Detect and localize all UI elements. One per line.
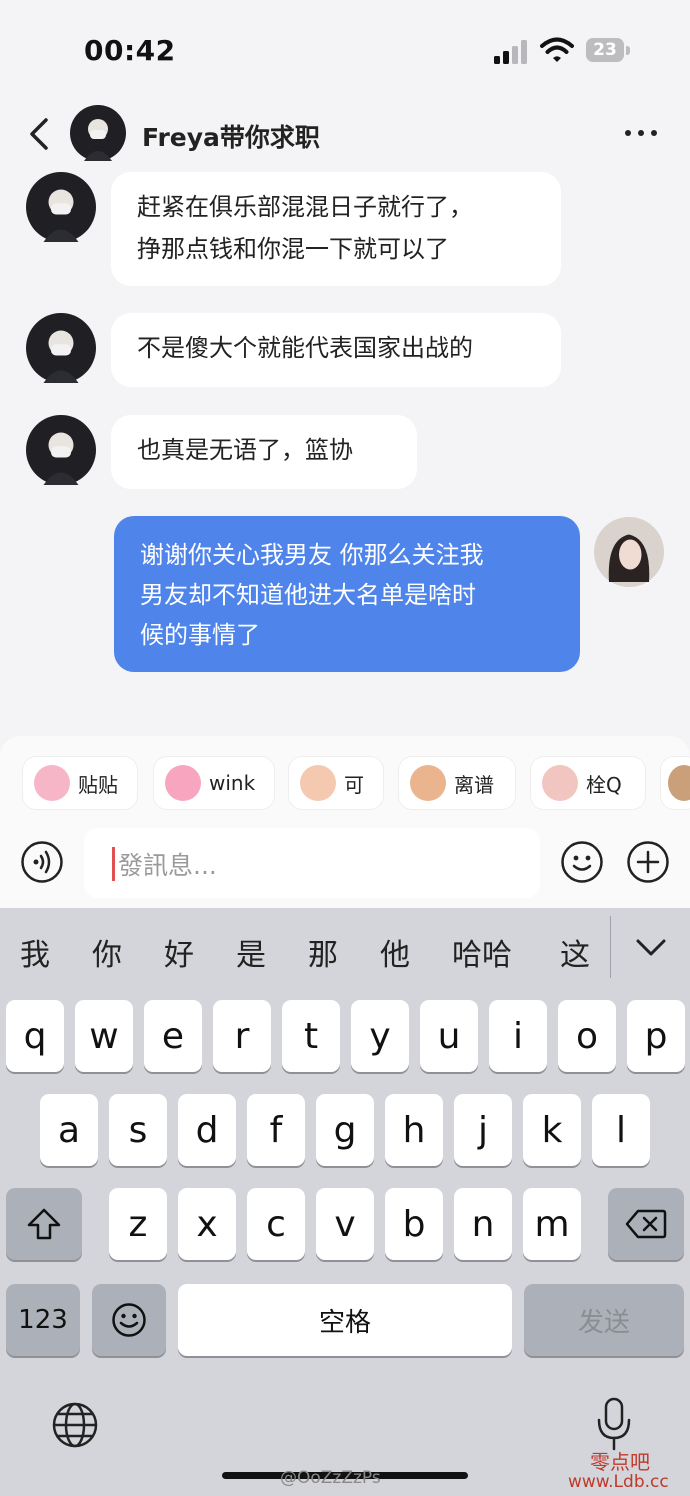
incoming-message[interactable]: 也真是无语了，篮协 xyxy=(111,415,417,489)
key-a[interactable]: a xyxy=(40,1094,98,1166)
more-options-icon[interactable] xyxy=(620,116,664,150)
key-y[interactable]: y xyxy=(351,1000,409,1072)
key-b[interactable]: b xyxy=(385,1188,443,1260)
shift-icon xyxy=(27,1208,61,1240)
emoji-keyboard-key[interactable] xyxy=(92,1284,166,1356)
add-attachment-icon[interactable] xyxy=(626,840,670,884)
send-key[interactable]: 发送 xyxy=(524,1284,684,1356)
site-url-watermark: www.Ldb.cc xyxy=(568,1472,669,1492)
pink-bunny-wink-icon xyxy=(165,765,201,801)
cellular-signal-icon xyxy=(494,40,527,64)
my-avatar[interactable] xyxy=(594,517,664,587)
key-x[interactable]: x xyxy=(178,1188,236,1260)
sticker-chip-shuanq[interactable]: 栓Q xyxy=(530,756,646,810)
key-w[interactable]: w xyxy=(75,1000,133,1072)
facepalm-icon xyxy=(410,765,446,801)
candidate-word[interactable]: 好 xyxy=(164,930,194,974)
sticker-chip-ke[interactable]: 可 xyxy=(288,756,384,810)
candidate-word[interactable]: 你 xyxy=(92,930,122,974)
message-input-placeholder: 發訊息... xyxy=(118,851,217,880)
key-d[interactable]: d xyxy=(178,1094,236,1166)
key-r[interactable]: r xyxy=(213,1000,271,1072)
candidate-word[interactable]: 他 xyxy=(380,930,410,974)
sender-avatar[interactable] xyxy=(26,172,96,242)
candidate-word[interactable]: 是 xyxy=(236,930,266,974)
voice-message-icon[interactable] xyxy=(20,840,64,884)
emoji-icon xyxy=(112,1303,146,1337)
monkey-sticker-icon xyxy=(668,765,690,801)
key-s[interactable]: s xyxy=(109,1094,167,1166)
battery-indicator: 23 xyxy=(586,38,632,64)
sticker-label: 贴贴 xyxy=(78,772,118,797)
microphone-icon[interactable] xyxy=(594,1396,634,1452)
pink-bunny-hug-icon xyxy=(34,765,70,801)
contact-avatar[interactable] xyxy=(70,105,126,161)
emoji-icon[interactable] xyxy=(560,840,604,884)
key-v[interactable]: v xyxy=(316,1188,374,1260)
backspace-key[interactable] xyxy=(608,1188,684,1260)
sticker-label: 栓Q xyxy=(586,772,622,797)
backspace-icon xyxy=(625,1209,667,1239)
message-line: 挣那点钱和你混一下就可以了 xyxy=(137,235,449,263)
sender-avatar[interactable] xyxy=(26,415,96,485)
key-u[interactable]: u xyxy=(420,1000,478,1072)
key-n[interactable]: n xyxy=(454,1188,512,1260)
incoming-message[interactable]: 不是傻大个就能代表国家出战的 xyxy=(111,313,561,387)
message-line: 赶紧在俱乐部混混日子就行了， xyxy=(137,193,473,221)
message-line: 候的事情了 xyxy=(140,621,260,649)
weibo-watermark: @OoZzZzPs xyxy=(280,1468,381,1488)
outgoing-message[interactable]: 谢谢你关心我男友 你那么关注我 男友却不知道他进大名单是啥时 候的事情了 xyxy=(114,516,580,672)
key-q[interactable]: q xyxy=(6,1000,64,1072)
candidate-word[interactable]: 那 xyxy=(308,930,338,974)
message-line: 谢谢你关心我男友 你那么关注我 xyxy=(140,541,484,569)
key-m[interactable]: m xyxy=(523,1188,581,1260)
key-f[interactable]: f xyxy=(247,1094,305,1166)
site-logo: 零点吧 xyxy=(590,1450,650,1474)
chat-title[interactable]: Freya带你求职 xyxy=(142,118,320,154)
key-h[interactable]: h xyxy=(385,1094,443,1166)
sticker-chip-tietie[interactable]: 贴贴 xyxy=(22,756,138,810)
battery-level: 23 xyxy=(593,40,617,60)
bear-ok-icon xyxy=(300,765,336,801)
shift-key[interactable] xyxy=(6,1188,82,1260)
key-c[interactable]: c xyxy=(247,1188,305,1260)
incoming-message[interactable]: 赶紧在俱乐部混混日子就行了， 挣那点钱和你混一下就可以了 xyxy=(111,172,561,286)
sticker-label: 可 xyxy=(344,772,364,797)
key-l[interactable]: l xyxy=(592,1094,650,1166)
message-line: 男友却不知道他进大名单是啥时 xyxy=(140,581,476,609)
sticker-label: wink xyxy=(209,771,256,795)
message-line: 不是傻大个就能代表国家出战的 xyxy=(137,334,473,362)
globe-icon[interactable] xyxy=(50,1400,100,1450)
sticker-chip-lipu[interactable]: 离谱 xyxy=(398,756,516,810)
sticker-chip-wink[interactable]: wink xyxy=(153,756,275,810)
key-g[interactable]: g xyxy=(316,1094,374,1166)
back-icon[interactable] xyxy=(22,112,62,156)
candidate-word[interactable]: 我 xyxy=(20,930,50,974)
key-k[interactable]: k xyxy=(523,1094,581,1166)
key-o[interactable]: o xyxy=(558,1000,616,1072)
sticker-chip-partial[interactable] xyxy=(660,756,690,810)
key-e[interactable]: e xyxy=(144,1000,202,1072)
wifi-icon xyxy=(540,37,574,62)
key-j[interactable]: j xyxy=(454,1094,512,1166)
sender-avatar[interactable] xyxy=(26,313,96,383)
chevron-down-icon[interactable] xyxy=(632,932,670,962)
message-line: 也真是无语了，篮协 xyxy=(137,436,353,464)
sticker-label: 离谱 xyxy=(454,772,494,797)
key-p[interactable]: p xyxy=(627,1000,685,1072)
text-cursor xyxy=(112,847,115,881)
key-z[interactable]: z xyxy=(109,1188,167,1260)
candidate-divider xyxy=(610,916,611,978)
numbers-key[interactable]: 123 xyxy=(6,1284,80,1356)
sweating-face-icon xyxy=(542,765,578,801)
space-key[interactable]: 空格 xyxy=(178,1284,512,1356)
candidate-word[interactable]: 哈哈 xyxy=(452,930,512,974)
status-time: 00:42 xyxy=(84,34,176,67)
key-i[interactable]: i xyxy=(489,1000,547,1072)
candidate-word[interactable]: 这 xyxy=(560,930,590,974)
key-t[interactable]: t xyxy=(282,1000,340,1072)
